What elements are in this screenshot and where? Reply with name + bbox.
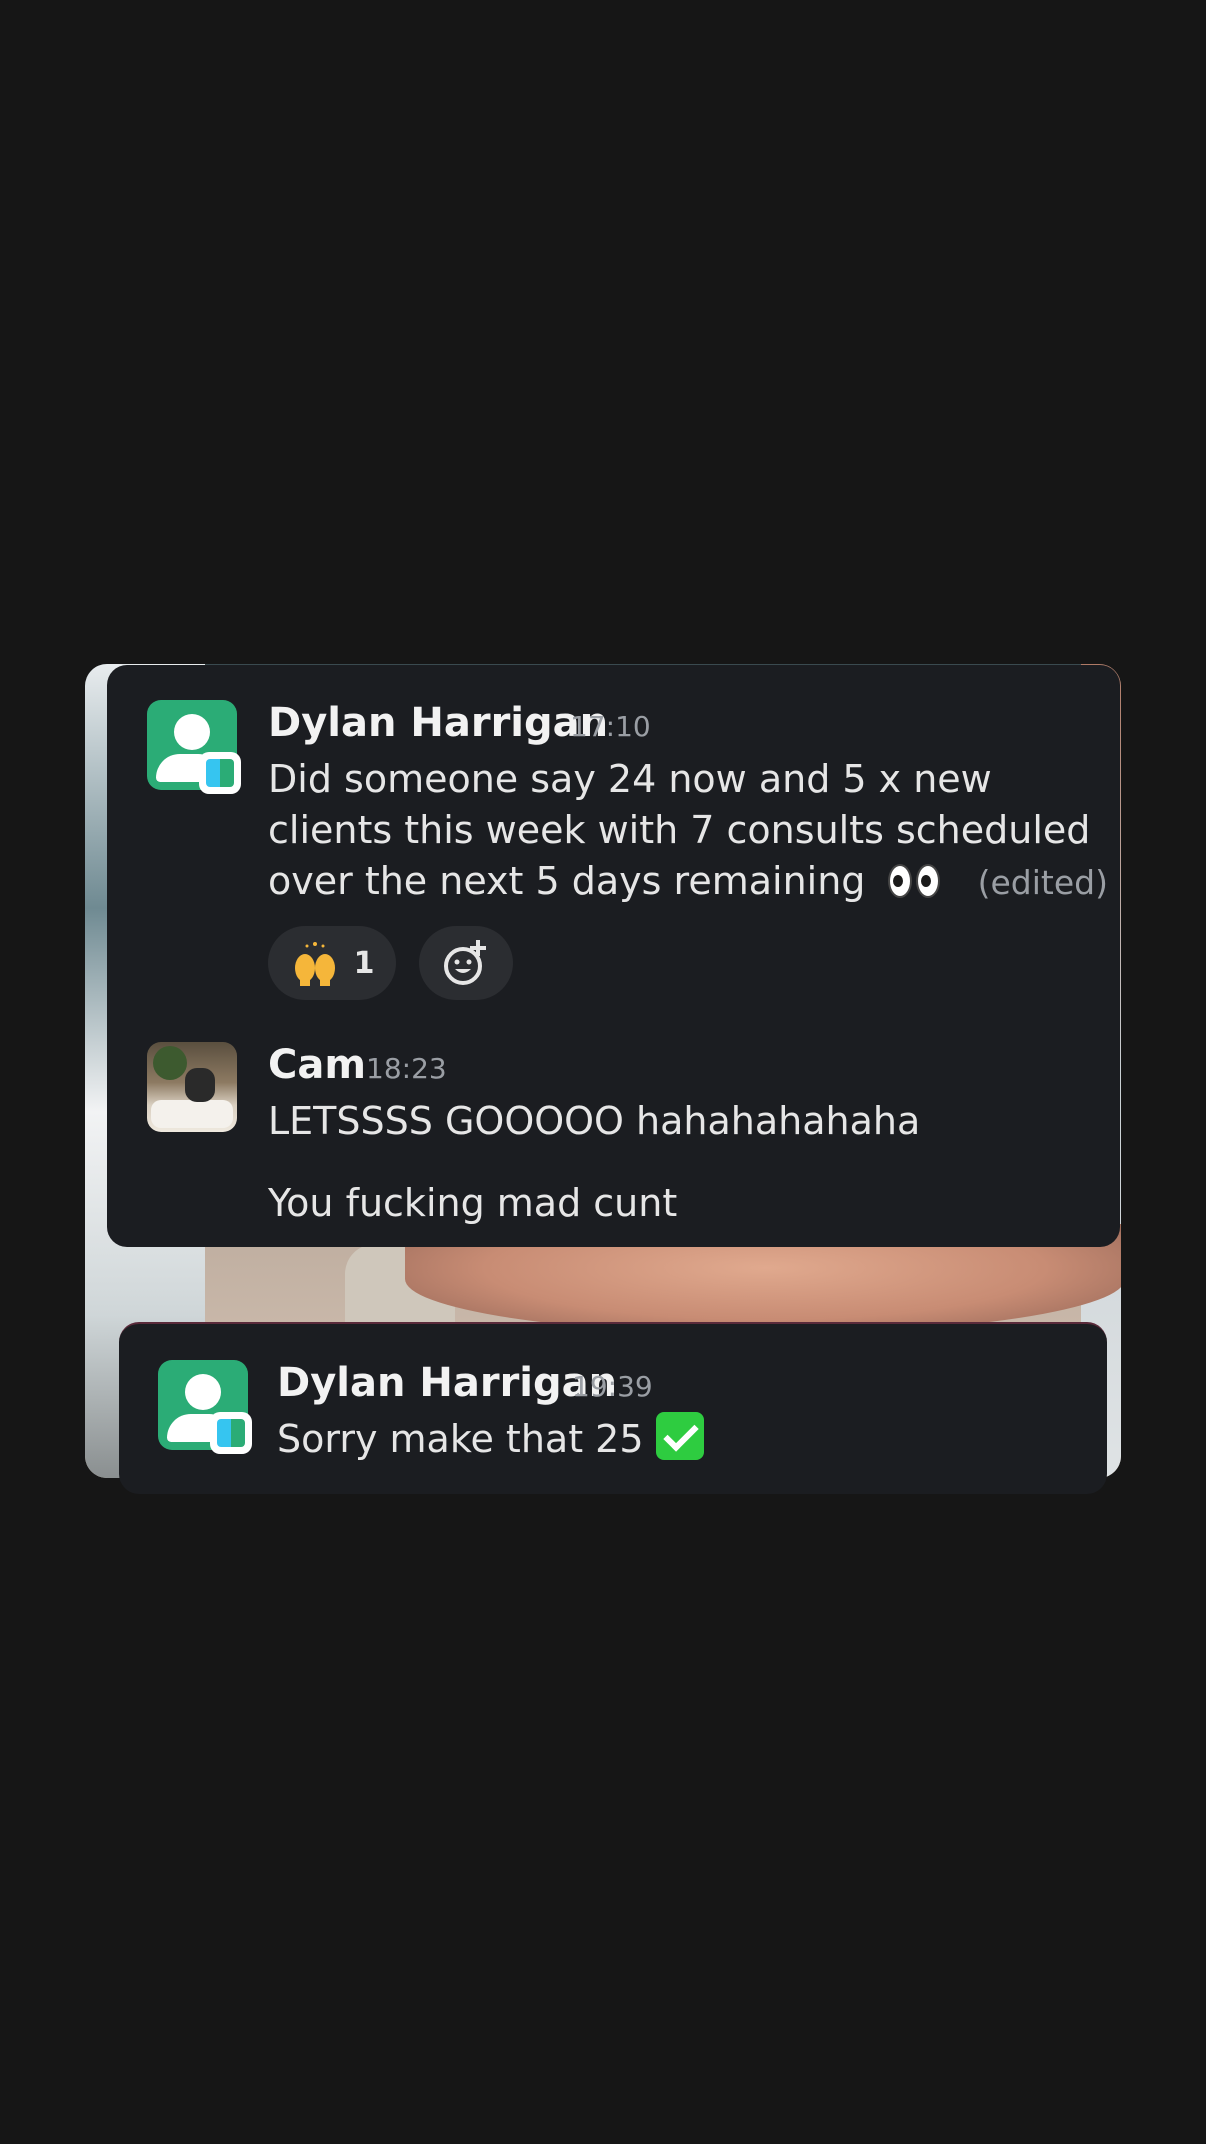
message-line: Sorry make that 25 xyxy=(277,1417,644,1461)
check-mark-icon xyxy=(655,1412,704,1460)
author-name[interactable]: Cam xyxy=(268,1042,366,1088)
add-reaction-button[interactable] xyxy=(419,926,513,1000)
add-reaction-icon xyxy=(444,940,486,985)
author-name[interactable]: Dylan Harrigan xyxy=(277,1360,617,1406)
message-line-with-emoji: Sorry make that 25 xyxy=(277,1412,704,1465)
edited-label: (edited) xyxy=(977,863,1108,902)
message-line-with-emoji: over the next 5 days remaining (edited) xyxy=(268,856,1108,911)
message-time[interactable]: 18:23 xyxy=(366,1052,447,1085)
eyes-icon xyxy=(887,860,944,911)
message-line: over the next 5 days remaining xyxy=(268,859,866,903)
reaction-pill[interactable]: 1 xyxy=(268,926,396,1000)
message-line: You fucking mad cunt xyxy=(268,1181,678,1225)
user-avatar-icon[interactable] xyxy=(147,700,241,794)
message-line: LETSSSS GOOOOO hahahahahaha xyxy=(268,1099,921,1143)
message-line: Did someone say 24 now and 5 x new xyxy=(268,757,992,801)
author-name[interactable]: Dylan Harrigan xyxy=(268,700,608,746)
message-card xyxy=(119,1322,1107,1494)
message-time[interactable]: 17:10 xyxy=(570,710,651,743)
user-avatar-icon[interactable] xyxy=(158,1360,252,1454)
reaction-count: 1 xyxy=(353,945,375,981)
raising-hands-icon xyxy=(294,942,335,986)
message-time[interactable]: 19:39 xyxy=(572,1370,653,1403)
message-card xyxy=(107,665,1120,1247)
avatar[interactable] xyxy=(147,1042,237,1132)
message-line: clients this week with 7 consults schedu… xyxy=(268,808,1091,852)
